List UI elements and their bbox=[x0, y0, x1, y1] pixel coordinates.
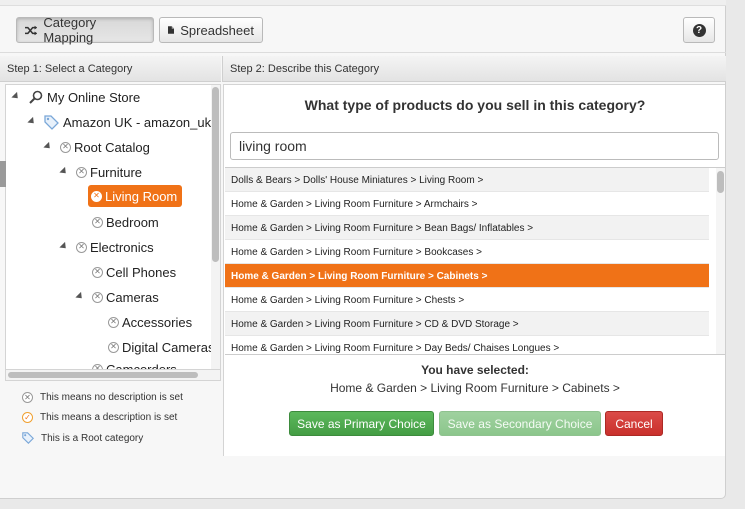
question-heading: What type of products do you sell in thi… bbox=[304, 97, 646, 113]
spreadsheet-label: Spreadsheet bbox=[180, 22, 254, 38]
scroll-thumb[interactable] bbox=[212, 87, 219, 262]
tree-node-cameras[interactable]: ✕ Cameras bbox=[92, 286, 159, 308]
no-description-icon: ✕ bbox=[76, 241, 87, 253]
no-description-icon: ✕ bbox=[92, 216, 103, 228]
no-description-icon: ✕ bbox=[91, 190, 102, 202]
collapse-arrow-icon[interactable] bbox=[11, 91, 21, 102]
selected-title: You have selected: bbox=[421, 363, 529, 377]
tree-node-label: Accessories bbox=[122, 314, 193, 330]
side-handle[interactable] bbox=[0, 161, 6, 187]
selected-path: Home & Garden > Living Room Furniture > … bbox=[330, 381, 620, 395]
tree-node-label: Electronics bbox=[90, 239, 154, 255]
shuffle-icon bbox=[25, 25, 38, 35]
document-icon bbox=[168, 26, 175, 34]
tree-node-electronics[interactable]: ✕ Electronics bbox=[76, 236, 154, 258]
search-icon bbox=[29, 90, 43, 104]
no-description-icon: ✕ bbox=[76, 166, 87, 178]
tree-node-label: Cameras bbox=[106, 289, 159, 305]
tree-node-cut-off[interactable]: ✕ Camcorders bbox=[92, 358, 177, 370]
step2-header: Step 2: Describe this Category bbox=[222, 56, 726, 82]
result-row[interactable]: Home & Garden > Living Room Furniture > … bbox=[225, 192, 709, 216]
no-description-icon: ✕ bbox=[92, 266, 103, 278]
tree-node-label: Root Catalog bbox=[74, 139, 150, 155]
tree-node-label: Digital Cameras bbox=[122, 339, 215, 355]
tree-node-store[interactable]: Amazon UK - amazon_uk bbox=[44, 111, 211, 133]
tree-vertical-scrollbar[interactable] bbox=[211, 85, 220, 369]
help-button[interactable]: ? bbox=[683, 17, 715, 43]
no-description-icon: ✕ bbox=[22, 392, 33, 403]
help-icon: ? bbox=[692, 23, 706, 37]
spreadsheet-button[interactable]: Spreadsheet bbox=[159, 17, 263, 43]
collapse-arrow-icon[interactable] bbox=[59, 241, 69, 252]
category-mapping-panel: Category Mapping Spreadsheet ? Step 1: S… bbox=[0, 0, 726, 499]
results-vertical-scrollbar[interactable] bbox=[716, 168, 725, 354]
scroll-thumb[interactable] bbox=[8, 372, 198, 378]
no-description-icon: ✕ bbox=[92, 291, 103, 303]
tree-node-label: My Online Store bbox=[47, 89, 141, 105]
tree-node-bedroom[interactable]: ✕ Bedroom bbox=[92, 211, 159, 233]
result-row[interactable]: Home & Garden > Living Room Furniture > … bbox=[225, 336, 709, 354]
save-primary-button[interactable]: Save as Primary Choice bbox=[289, 411, 434, 436]
checkmark-icon: ✓ bbox=[22, 412, 33, 423]
scroll-thumb[interactable] bbox=[717, 171, 724, 193]
step1-header: Step 1: Select a Category bbox=[0, 56, 221, 82]
toolbar: Category Mapping Spreadsheet ? bbox=[0, 7, 726, 53]
no-description-icon: ✕ bbox=[60, 141, 71, 153]
tree-node-label: Camcorders bbox=[106, 361, 177, 370]
legend-label: This means no description is set bbox=[40, 392, 183, 403]
tree-node-accessories[interactable]: ✕ Accessories bbox=[108, 311, 192, 333]
no-description-icon: ✕ bbox=[108, 316, 119, 328]
result-row[interactable]: Home & Garden > Living Room Furniture > … bbox=[225, 312, 709, 336]
legend-no-description: ✕ This means no description is set bbox=[22, 392, 183, 403]
category-mapping-label: Category Mapping bbox=[43, 15, 97, 45]
tree-node-cell-phones[interactable]: ✕ Cell Phones bbox=[92, 261, 176, 283]
step2-panel: What type of products do you sell in thi… bbox=[223, 84, 725, 456]
legend-label: This is a Root category bbox=[41, 432, 144, 444]
category-tree: My Online Store Amazon UK - amazon_uk ✕ … bbox=[5, 84, 221, 370]
legend-label: This means a description is set bbox=[40, 412, 178, 423]
tree-node-label: Furniture bbox=[90, 164, 143, 180]
no-description-icon: ✕ bbox=[108, 341, 119, 353]
tree-node-root[interactable]: My Online Store bbox=[29, 86, 140, 108]
cancel-button[interactable]: Cancel bbox=[605, 411, 663, 436]
collapse-arrow-icon[interactable] bbox=[43, 141, 53, 152]
category-mapping-button[interactable]: Category Mapping bbox=[16, 15, 154, 45]
tree-node-label: Cell Phones bbox=[106, 264, 177, 280]
tree-node-furniture[interactable]: ✕ Furniture bbox=[76, 161, 142, 183]
category-search-input[interactable] bbox=[230, 132, 719, 160]
result-row[interactable]: Dolls & Bears > Dolls' House Miniatures … bbox=[225, 168, 709, 192]
tree-node-digital-cameras[interactable]: ✕ Digital Cameras bbox=[108, 336, 214, 358]
tree-node-root-catalog[interactable]: ✕ Root Catalog bbox=[60, 136, 150, 158]
top-strip bbox=[0, 0, 726, 6]
legend-root-category: This is a Root category bbox=[22, 432, 143, 444]
result-row[interactable]: Home & Garden > Living Room Furniture > … bbox=[225, 288, 709, 312]
result-row[interactable]: Home & Garden > Living Room Furniture > … bbox=[225, 240, 709, 264]
collapse-arrow-icon[interactable] bbox=[59, 166, 69, 177]
result-row[interactable]: Home & Garden > Living Room Furniture > … bbox=[225, 264, 709, 288]
collapse-arrow-icon[interactable] bbox=[75, 291, 85, 302]
tree-node-label: Bedroom bbox=[106, 214, 159, 230]
result-row[interactable]: Home & Garden > Living Room Furniture > … bbox=[225, 216, 709, 240]
selection-summary: You have selected: Home & Garden > Livin… bbox=[224, 363, 726, 395]
tag-icon bbox=[44, 114, 59, 130]
results-list: Home & Garden > Living Room Furniture > … bbox=[225, 167, 725, 355]
tree-horizontal-scrollbar[interactable] bbox=[5, 370, 221, 381]
legend-description-set: ✓ This means a description is set bbox=[22, 412, 177, 423]
save-secondary-button[interactable]: Save as Secondary Choice bbox=[439, 411, 601, 436]
tree-node-label: Amazon UK - amazon_uk bbox=[63, 114, 212, 130]
collapse-arrow-icon[interactable] bbox=[27, 116, 37, 127]
tree-node-living-room[interactable]: ✕ Living Room bbox=[88, 185, 183, 207]
tree-node-label: Living Room bbox=[105, 188, 178, 204]
tag-icon bbox=[22, 432, 34, 444]
